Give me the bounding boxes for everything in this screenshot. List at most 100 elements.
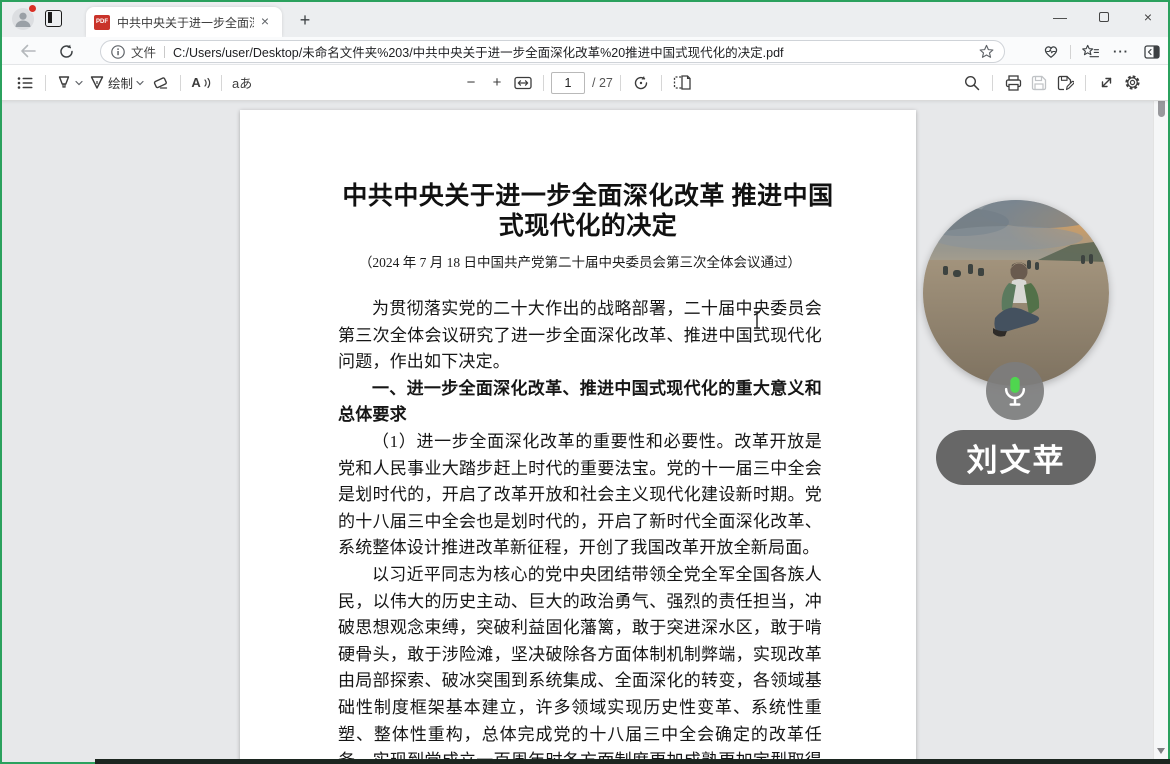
tab-bar: PDF 中共中央关于进一步全面深化改革 × + — × bbox=[0, 0, 1170, 37]
browser-essentials-button[interactable] bbox=[1039, 41, 1063, 63]
pdf-page: 中共中央关于进一步全面深化改革 推进中国式现代化的决定 （2024 年 7 月 … bbox=[240, 110, 916, 764]
paragraph: 以习近平同志为核心的党中央团结带领全党全军全国各族人民，以伟大的历史主动、巨大的… bbox=[338, 562, 822, 764]
save-as-icon bbox=[1057, 75, 1074, 91]
page-number-input[interactable] bbox=[551, 72, 585, 94]
address-bar[interactable]: 文件 C:/Users/user/Desktop/未命名文件夹%203/中共中央… bbox=[100, 40, 1005, 63]
read-aloud-button[interactable]: A bbox=[188, 70, 214, 96]
close-button[interactable]: × bbox=[1126, 0, 1170, 34]
translate-button[interactable]: aあ bbox=[229, 70, 255, 96]
bookmark-star-icon[interactable] bbox=[979, 44, 994, 59]
pdf-file-icon: PDF bbox=[94, 15, 110, 30]
favorites-button[interactable] bbox=[1078, 41, 1102, 63]
toolbar-divider bbox=[620, 75, 621, 91]
document-body: 为贯彻落实党的二十大作出的战略部署，二十届中央委员会第三次全体会议研究了进一步全… bbox=[338, 296, 822, 764]
notification-dot-icon bbox=[28, 4, 37, 13]
zoom-out-icon: − bbox=[467, 75, 476, 90]
address-divider bbox=[164, 46, 165, 58]
rotate-button[interactable] bbox=[628, 70, 654, 96]
minimize-button[interactable]: — bbox=[1038, 0, 1082, 34]
toolbar-divider bbox=[1070, 45, 1071, 59]
new-tab-button[interactable]: + bbox=[292, 8, 318, 34]
document-title: 中共中央关于进一步全面深化改革 推进中国式现代化的决定 bbox=[338, 182, 838, 242]
fullscreen-icon bbox=[1099, 75, 1114, 90]
participant-photo bbox=[923, 200, 1109, 386]
section-heading: 一、进一步全面深化改革、推进中国式现代化的重大意义和总体要求 bbox=[338, 376, 822, 429]
toolbar-divider bbox=[45, 75, 46, 91]
browser-essentials-icon bbox=[1043, 44, 1059, 59]
text-cursor bbox=[752, 311, 762, 329]
save-icon bbox=[1031, 75, 1047, 91]
toc-icon bbox=[17, 76, 33, 90]
site-info-icon[interactable] bbox=[111, 45, 125, 59]
pen-icon bbox=[89, 75, 105, 90]
page-view-icon bbox=[673, 75, 691, 90]
participant-name-pill: 刘文苹 bbox=[936, 430, 1096, 485]
paragraph: 为贯彻落实党的二十大作出的战略部署，二十届中央委员会第三次全体会议研究了进一步全… bbox=[338, 296, 822, 376]
translate-icon: aあ bbox=[232, 73, 252, 92]
sound-waves-icon bbox=[204, 77, 211, 89]
tab-actions-button[interactable] bbox=[45, 10, 62, 27]
mic-button[interactable] bbox=[986, 362, 1044, 420]
sidebar-toggle-button[interactable] bbox=[1140, 41, 1164, 63]
document-subtitle: （2024 年 7 月 18 日中国共产党第二十届中央委员会第三次全体会议通过） bbox=[338, 251, 822, 271]
fit-width-icon bbox=[514, 76, 532, 90]
refresh-button[interactable] bbox=[54, 40, 78, 62]
gear-icon bbox=[1124, 74, 1141, 91]
pdf-toolbar: 绘制 A aあ bbox=[0, 65, 1170, 101]
chevron-down-icon bbox=[136, 79, 144, 87]
toolbar-divider bbox=[1085, 75, 1086, 91]
toolbar-divider bbox=[180, 75, 181, 91]
url-text: C:/Users/user/Desktop/未命名文件夹%203/中共中央关于进… bbox=[173, 42, 973, 61]
toolbar-divider bbox=[543, 75, 544, 91]
page-view-button[interactable] bbox=[669, 70, 695, 96]
more-menu-icon: ··· bbox=[1113, 44, 1129, 59]
erase-button[interactable] bbox=[147, 70, 173, 96]
rotate-icon bbox=[633, 75, 649, 91]
maximize-icon bbox=[1099, 12, 1109, 22]
toolbar-divider bbox=[221, 75, 222, 91]
print-button[interactable] bbox=[1000, 70, 1026, 96]
vertical-scrollbar[interactable] bbox=[1153, 101, 1168, 760]
more-menu-button[interactable]: ··· bbox=[1109, 41, 1133, 63]
tab-actions-icon bbox=[48, 12, 52, 23]
active-tab[interactable]: PDF 中共中央关于进一步全面深化改革 × bbox=[86, 7, 282, 37]
browser-actions: ··· bbox=[1039, 40, 1164, 63]
fullscreen-button[interactable] bbox=[1093, 70, 1119, 96]
save-as-button[interactable] bbox=[1052, 70, 1078, 96]
back-icon bbox=[20, 44, 36, 58]
fit-width-button[interactable] bbox=[510, 70, 536, 96]
scroll-down-icon[interactable] bbox=[1157, 748, 1165, 754]
zoom-in-icon: + bbox=[493, 75, 502, 90]
sidebar-toggle-icon bbox=[1144, 45, 1160, 59]
save-button[interactable] bbox=[1026, 70, 1052, 96]
refresh-icon bbox=[59, 44, 74, 59]
window-controls: — × bbox=[1038, 0, 1170, 37]
mic-on-icon bbox=[1000, 375, 1030, 407]
highlight-button[interactable] bbox=[53, 70, 86, 96]
paragraph: （1）进一步全面深化改革的重要性和必要性。改革开放是党和人民事业大踏步赶上时代的… bbox=[338, 429, 822, 562]
back-button[interactable] bbox=[16, 40, 40, 62]
chevron-down-icon bbox=[75, 79, 83, 87]
draw-button[interactable]: 绘制 bbox=[86, 70, 147, 96]
favorites-icon bbox=[1082, 44, 1099, 59]
profile-button[interactable] bbox=[10, 6, 36, 32]
settings-button[interactable] bbox=[1119, 70, 1145, 96]
browser-window: PDF 中共中央关于进一步全面深化改革 × + — × bbox=[0, 0, 1170, 764]
tab-title: 中共中央关于进一步全面深化改革 bbox=[117, 14, 254, 31]
address-row: 文件 C:/Users/user/Desktop/未命名文件夹%203/中共中央… bbox=[0, 37, 1170, 65]
toolbar-divider bbox=[661, 75, 662, 91]
maximize-button[interactable] bbox=[1082, 0, 1126, 34]
participant-video-bubble[interactable] bbox=[923, 200, 1109, 386]
scheme-label: 文件 bbox=[131, 42, 156, 61]
draw-label: 绘制 bbox=[108, 73, 133, 92]
zoom-in-button[interactable]: + bbox=[484, 70, 510, 96]
scrollbar-thumb[interactable] bbox=[1158, 101, 1165, 117]
toc-button[interactable] bbox=[12, 70, 38, 96]
print-icon bbox=[1005, 75, 1022, 91]
zoom-out-button[interactable]: − bbox=[458, 70, 484, 96]
search-button[interactable] bbox=[959, 70, 985, 96]
read-aloud-icon: A bbox=[191, 75, 200, 90]
tab-close-icon[interactable]: × bbox=[256, 13, 274, 31]
highlighter-icon bbox=[56, 75, 72, 90]
toolbar-divider bbox=[992, 75, 993, 91]
